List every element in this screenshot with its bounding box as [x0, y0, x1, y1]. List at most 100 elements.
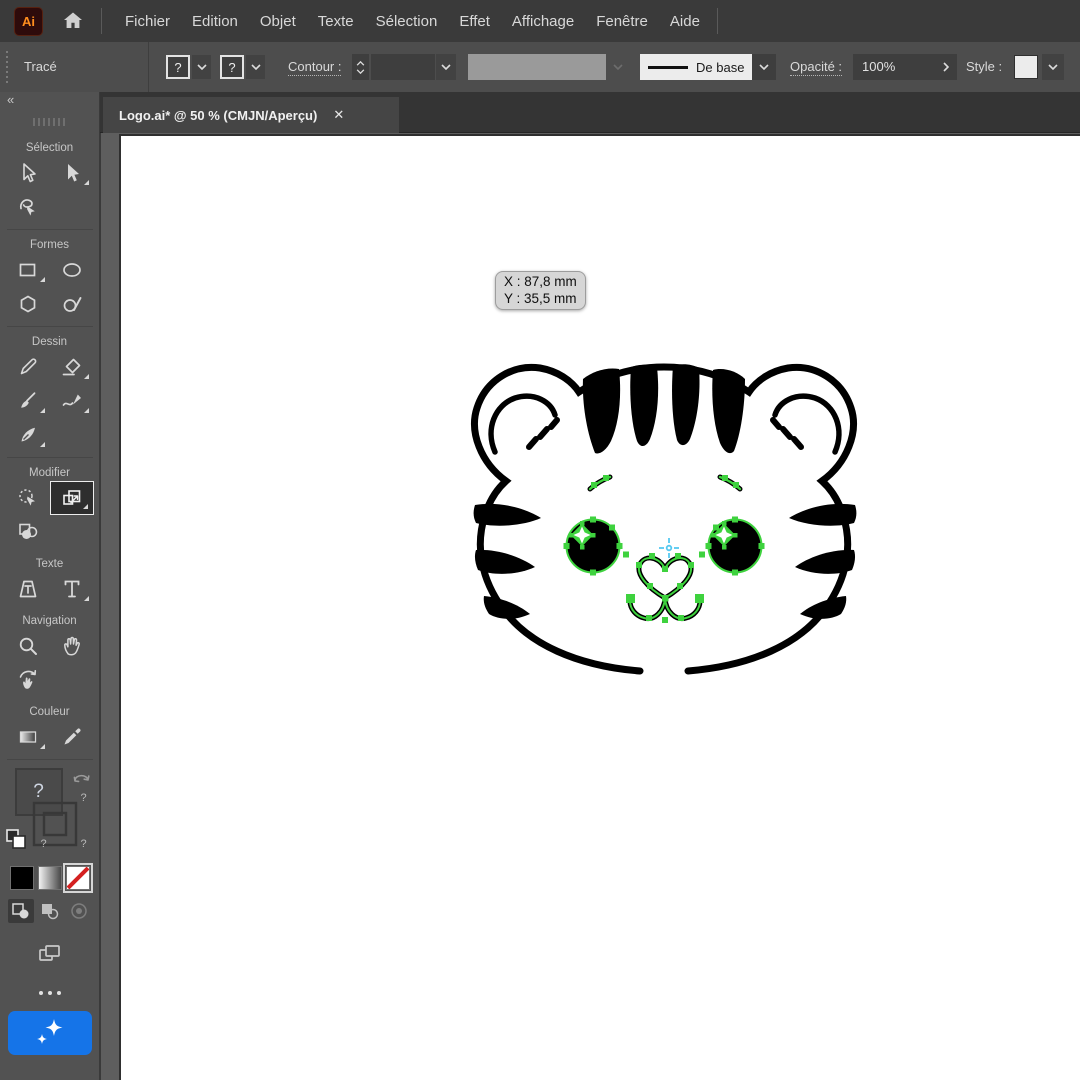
fill-color-button[interactable]: ?	[166, 55, 190, 79]
section-navigation: Navigation	[0, 615, 99, 627]
menu-aide[interactable]: Aide	[659, 0, 711, 42]
proxy-unknown-left: ?	[41, 838, 47, 850]
control-separator	[148, 42, 149, 92]
opacity-expand-button[interactable]	[935, 54, 957, 80]
curvature-tool[interactable]	[50, 384, 94, 418]
artboard-tool[interactable]	[28, 937, 72, 971]
stroke-weight-label[interactable]: Contour :	[288, 54, 341, 80]
draw-behind-mode[interactable]	[37, 899, 63, 923]
direct-selection-tool[interactable]	[50, 156, 94, 190]
free-transform-tool[interactable]	[50, 481, 94, 515]
stroke-unknown-mark: ?	[81, 792, 87, 804]
opacity-label[interactable]: Opacité :	[790, 54, 842, 80]
document-tab-title: Logo.ai* @ 50 % (CMJN/Aperçu)	[119, 108, 317, 123]
document-tab[interactable]: Logo.ai* @ 50 % (CMJN/Aperçu) ✕	[103, 97, 399, 133]
color-swatch-black[interactable]	[10, 866, 34, 890]
home-icon[interactable]	[61, 9, 85, 33]
default-colors-icon[interactable]	[5, 828, 27, 855]
tools-panel: « Sélection	[0, 92, 100, 1080]
puppet-warp-tool[interactable]	[6, 481, 50, 515]
variable-width-dropdown	[608, 54, 628, 80]
edit-toolbar-ellipsis-icon[interactable]	[0, 991, 99, 995]
paintbrush-tool[interactable]	[6, 384, 50, 418]
collapse-panel-icon[interactable]: «	[7, 92, 12, 107]
tiger-logo-artwork[interactable]	[445, 355, 885, 685]
eraser-tool[interactable]	[50, 350, 94, 384]
menu-fichier[interactable]: Fichier	[114, 0, 181, 42]
stroke-swatch[interactable]	[31, 800, 79, 853]
stroke-color-button[interactable]: ?	[220, 55, 244, 79]
brush-definition-dropdown[interactable]	[752, 54, 776, 80]
menu-affichage[interactable]: Affichage	[501, 0, 585, 42]
selection-tool[interactable]	[6, 156, 50, 190]
illustrator-window: Ai Fichier Edition Objet Texte Sélection…	[0, 0, 1080, 1080]
tools-divider	[7, 326, 93, 327]
measure-tooltip: X : 87,8 mm Y : 35,5 mm	[495, 271, 586, 310]
menu-effet[interactable]: Effet	[448, 0, 501, 42]
draw-normal-mode[interactable]	[8, 899, 34, 923]
section-texte: Texte	[0, 558, 99, 570]
document-tab-bar: Logo.ai* @ 50 % (CMJN/Aperçu) ✕	[100, 92, 1080, 133]
menu-separator-2	[717, 8, 718, 34]
stroke-color-dropdown[interactable]	[246, 55, 265, 79]
swap-colors-icon[interactable]	[71, 768, 93, 791]
tooltip-x-value: X : 87,8 mm	[504, 274, 577, 291]
menu-edition[interactable]: Edition	[181, 0, 249, 42]
menu-objet[interactable]: Objet	[249, 0, 307, 42]
section-selection: Sélection	[0, 142, 99, 154]
tool-spacer	[50, 190, 94, 224]
tab-close-icon[interactable]: ✕	[333, 107, 344, 123]
color-swatch-none[interactable]	[66, 866, 90, 890]
app-icon[interactable]: Ai	[14, 7, 43, 36]
proxy-unknown-right: ?	[81, 838, 87, 850]
shaper-tool[interactable]	[50, 287, 94, 321]
color-swatch-gradient[interactable]	[38, 866, 62, 890]
stroke-weight-dropdown[interactable]	[436, 54, 456, 80]
brush-stroke-preview	[648, 66, 688, 69]
graphic-style-dropdown[interactable]	[1042, 54, 1064, 80]
fountain-pen-tool[interactable]	[6, 418, 50, 452]
lasso-tool[interactable]	[6, 190, 50, 224]
stroke-weight-stepper[interactable]	[352, 54, 369, 80]
style-label: Style :	[966, 54, 1002, 80]
section-formes: Formes	[0, 239, 99, 251]
menu-selection[interactable]: Sélection	[365, 0, 449, 42]
shape-builder-tool[interactable]	[6, 515, 50, 549]
type-tool[interactable]	[50, 572, 94, 606]
menu-fenetre[interactable]: Fenêtre	[585, 0, 659, 42]
opacity-field[interactable]: 100%	[853, 54, 935, 80]
tool-spacer	[50, 663, 94, 697]
tools-grip-icon[interactable]	[33, 118, 67, 126]
touch-type-tool[interactable]	[6, 572, 50, 606]
eyedropper-tool[interactable]	[50, 720, 94, 754]
hand-tool[interactable]	[50, 629, 94, 663]
polygon-tool[interactable]	[6, 287, 50, 321]
draw-inside-mode[interactable]	[66, 899, 92, 923]
section-modifier: Modifier	[0, 467, 99, 479]
rotate-view-tool[interactable]	[6, 663, 50, 697]
ellipse-tool[interactable]	[50, 253, 94, 287]
fill-stroke-proxy[interactable]: ? ? ? ?	[5, 766, 95, 858]
menu-bar: Ai Fichier Edition Objet Texte Sélection…	[0, 0, 1080, 43]
tooltip-y-value: Y : 35,5 mm	[504, 291, 577, 308]
tools-divider	[7, 457, 93, 458]
tool-spacer	[50, 418, 94, 452]
fill-color-dropdown[interactable]	[192, 55, 211, 79]
section-couleur: Couleur	[0, 706, 99, 718]
control-bar: Tracé ? ? Contour : De base Opac	[0, 42, 1080, 92]
section-dessin: Dessin	[0, 336, 99, 348]
gradient-tool[interactable]	[6, 720, 50, 754]
menu-texte[interactable]: Texte	[307, 0, 365, 42]
variable-width-profile	[468, 54, 606, 80]
stroke-weight-field[interactable]	[371, 54, 435, 80]
tool-spacer	[50, 515, 94, 549]
brush-definition-select[interactable]: De base	[640, 54, 752, 80]
pencil-tool[interactable]	[6, 350, 50, 384]
zoom-tool[interactable]	[6, 629, 50, 663]
generative-ai-button[interactable]	[8, 1011, 92, 1055]
rectangle-tool[interactable]	[6, 253, 50, 287]
graphic-style-swatch[interactable]	[1014, 55, 1038, 79]
tools-divider	[7, 229, 93, 230]
context-label: Tracé	[24, 54, 57, 80]
panel-grip-icon[interactable]	[6, 51, 8, 83]
